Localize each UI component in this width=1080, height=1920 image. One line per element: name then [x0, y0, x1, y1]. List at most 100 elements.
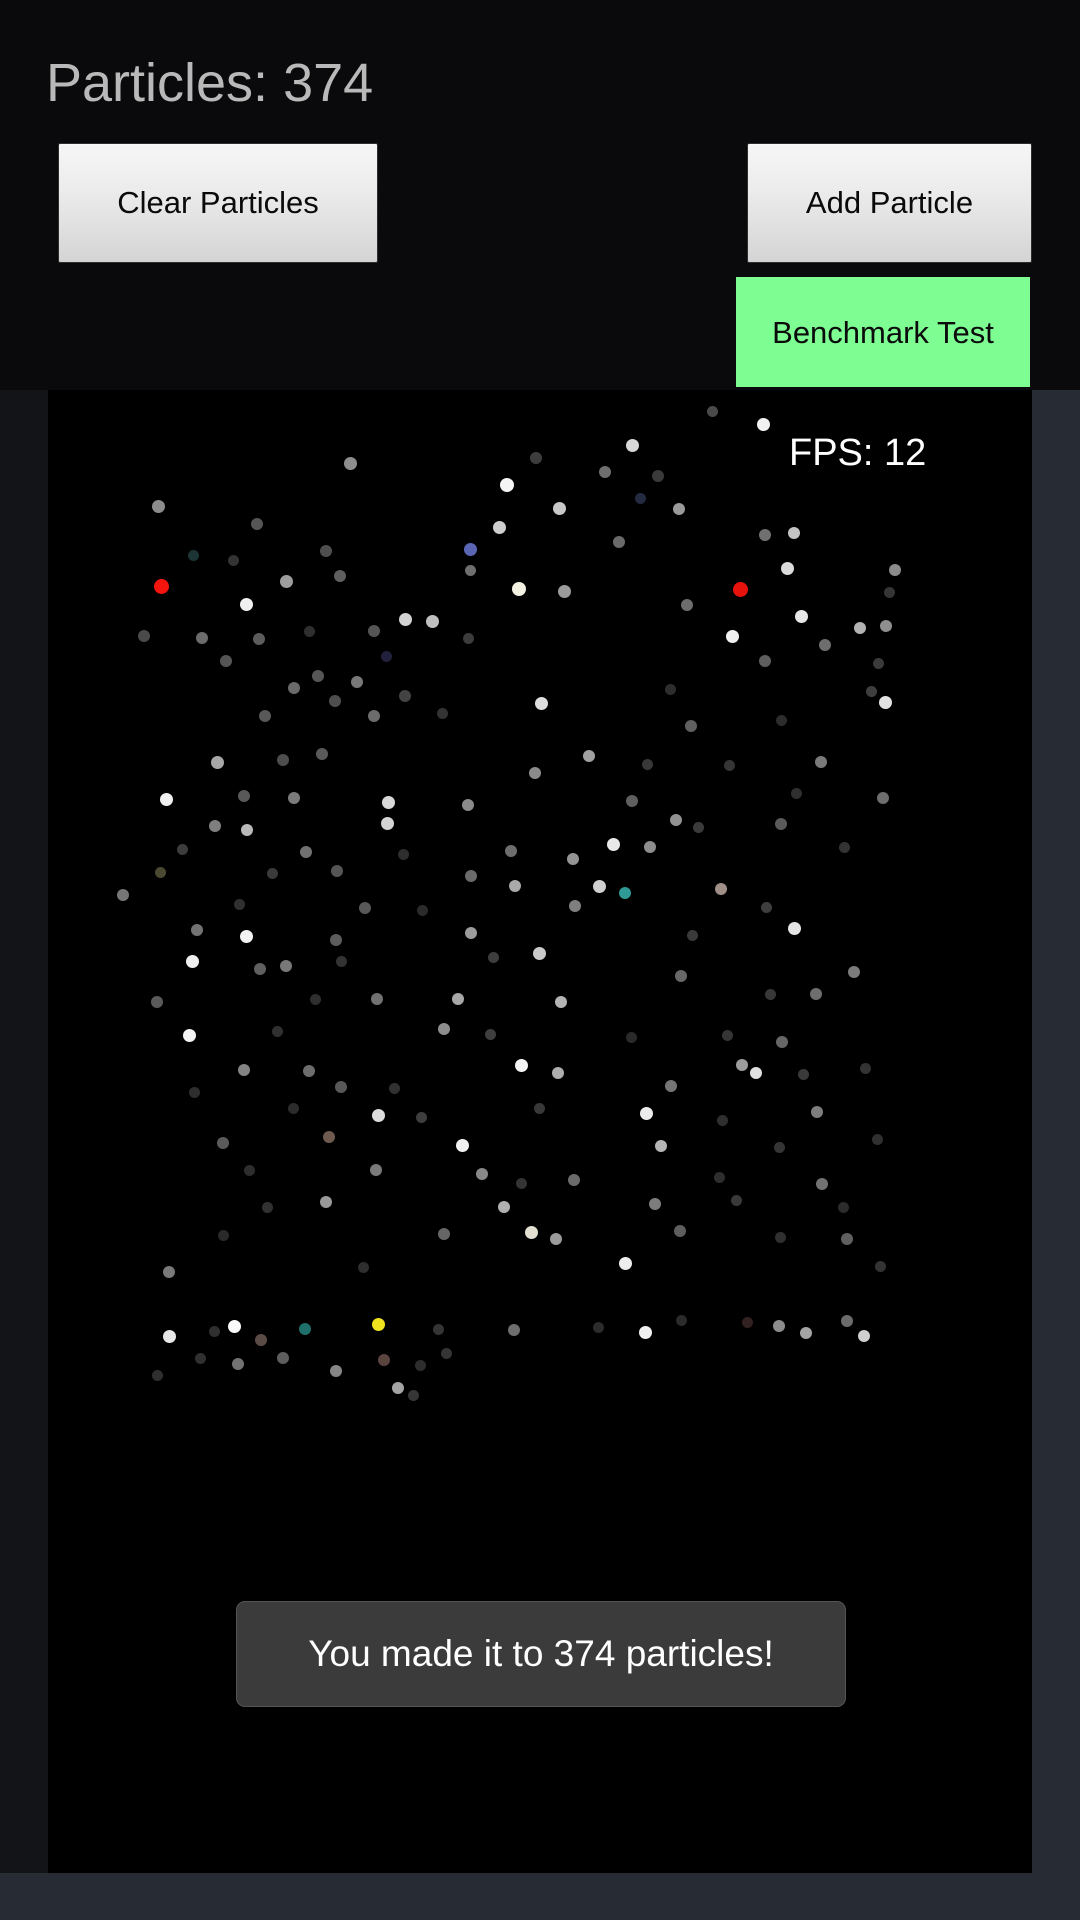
particle: [456, 1139, 469, 1152]
particle: [382, 796, 395, 809]
particle: [416, 1112, 427, 1123]
particle: [505, 845, 517, 857]
particle: [300, 846, 312, 858]
add-particle-button[interactable]: Add Particle: [747, 143, 1032, 263]
benchmark-test-button[interactable]: Benchmark Test: [736, 277, 1030, 387]
particle: [151, 996, 163, 1008]
left-chrome-strip: [0, 390, 48, 1873]
particle: [244, 1165, 255, 1176]
particle: [389, 1083, 400, 1094]
particle: [259, 710, 271, 722]
particle: [676, 1315, 687, 1326]
particle: [330, 934, 342, 946]
particle: [267, 868, 278, 879]
particle: [761, 902, 772, 913]
particle: [228, 555, 239, 566]
particle: [776, 1036, 788, 1048]
particle: [368, 710, 380, 722]
particle: [415, 1360, 426, 1371]
particle: [626, 1032, 637, 1043]
particle: [838, 1202, 849, 1213]
particle: [334, 570, 346, 582]
particle: [195, 1353, 206, 1364]
particle: [816, 1178, 828, 1190]
particle: [535, 697, 548, 710]
particle: [399, 690, 411, 702]
particle: [635, 493, 646, 504]
particle: [381, 817, 394, 830]
particle: [693, 822, 704, 833]
particle: [567, 853, 579, 865]
particle: [463, 633, 474, 644]
particle: [626, 439, 639, 452]
particle: [665, 1080, 677, 1092]
particle: [841, 1233, 853, 1245]
particle: [209, 820, 221, 832]
particle: [884, 587, 895, 598]
particle: [500, 478, 514, 492]
particle: [485, 1029, 496, 1040]
particle: [717, 1115, 728, 1126]
particle: [191, 924, 203, 936]
particle: [508, 1324, 520, 1336]
particle: [810, 988, 822, 1000]
particle: [613, 536, 625, 548]
particle: [879, 696, 892, 709]
particle: [534, 1103, 545, 1114]
particle: [569, 900, 581, 912]
particle: [234, 899, 245, 910]
particle: [665, 684, 676, 695]
particle: [674, 1225, 686, 1237]
particle: [498, 1201, 510, 1213]
particle: [555, 996, 567, 1008]
particle: [465, 565, 476, 576]
particle: [240, 930, 253, 943]
particle: [288, 792, 300, 804]
particle: [277, 754, 289, 766]
particle: [154, 579, 169, 594]
particle: [742, 1317, 753, 1328]
particle: [320, 545, 332, 557]
particle: [464, 543, 477, 556]
toast-notification: You made it to 374 particles!: [236, 1601, 846, 1707]
particle: [776, 715, 787, 726]
particle: [774, 1142, 785, 1153]
particle: [155, 867, 166, 878]
particle: [465, 870, 477, 882]
particle: [516, 1178, 527, 1189]
particle: [303, 1065, 315, 1077]
particle: [558, 585, 571, 598]
particle: [593, 1322, 604, 1333]
particle: [476, 1168, 488, 1180]
particle: [670, 814, 682, 826]
particle: [875, 1261, 886, 1272]
particle: [417, 905, 428, 916]
particle: [530, 452, 542, 464]
particle: [583, 750, 595, 762]
particle: [344, 457, 357, 470]
particle: [642, 759, 653, 770]
particle: [323, 1131, 335, 1143]
particle: [392, 1382, 404, 1394]
right-chrome-strip: [1032, 390, 1080, 1873]
particle: [655, 1140, 667, 1152]
particle: [858, 1330, 870, 1342]
particle: [529, 767, 541, 779]
particle: [399, 613, 412, 626]
particle: [687, 930, 698, 941]
particle: [228, 1320, 241, 1333]
particle: [336, 956, 347, 967]
particle: [152, 1370, 163, 1381]
particle: [331, 865, 343, 877]
particle: [733, 582, 748, 597]
particle: [218, 1230, 229, 1241]
particle: [138, 630, 150, 642]
particle: [277, 1352, 289, 1364]
particle: [860, 1063, 871, 1074]
clear-particles-button[interactable]: Clear Particles: [58, 143, 378, 263]
particle: [211, 756, 224, 769]
particle: [310, 994, 321, 1005]
particle: [839, 842, 850, 853]
particle: [240, 598, 253, 611]
particle: [493, 521, 506, 534]
